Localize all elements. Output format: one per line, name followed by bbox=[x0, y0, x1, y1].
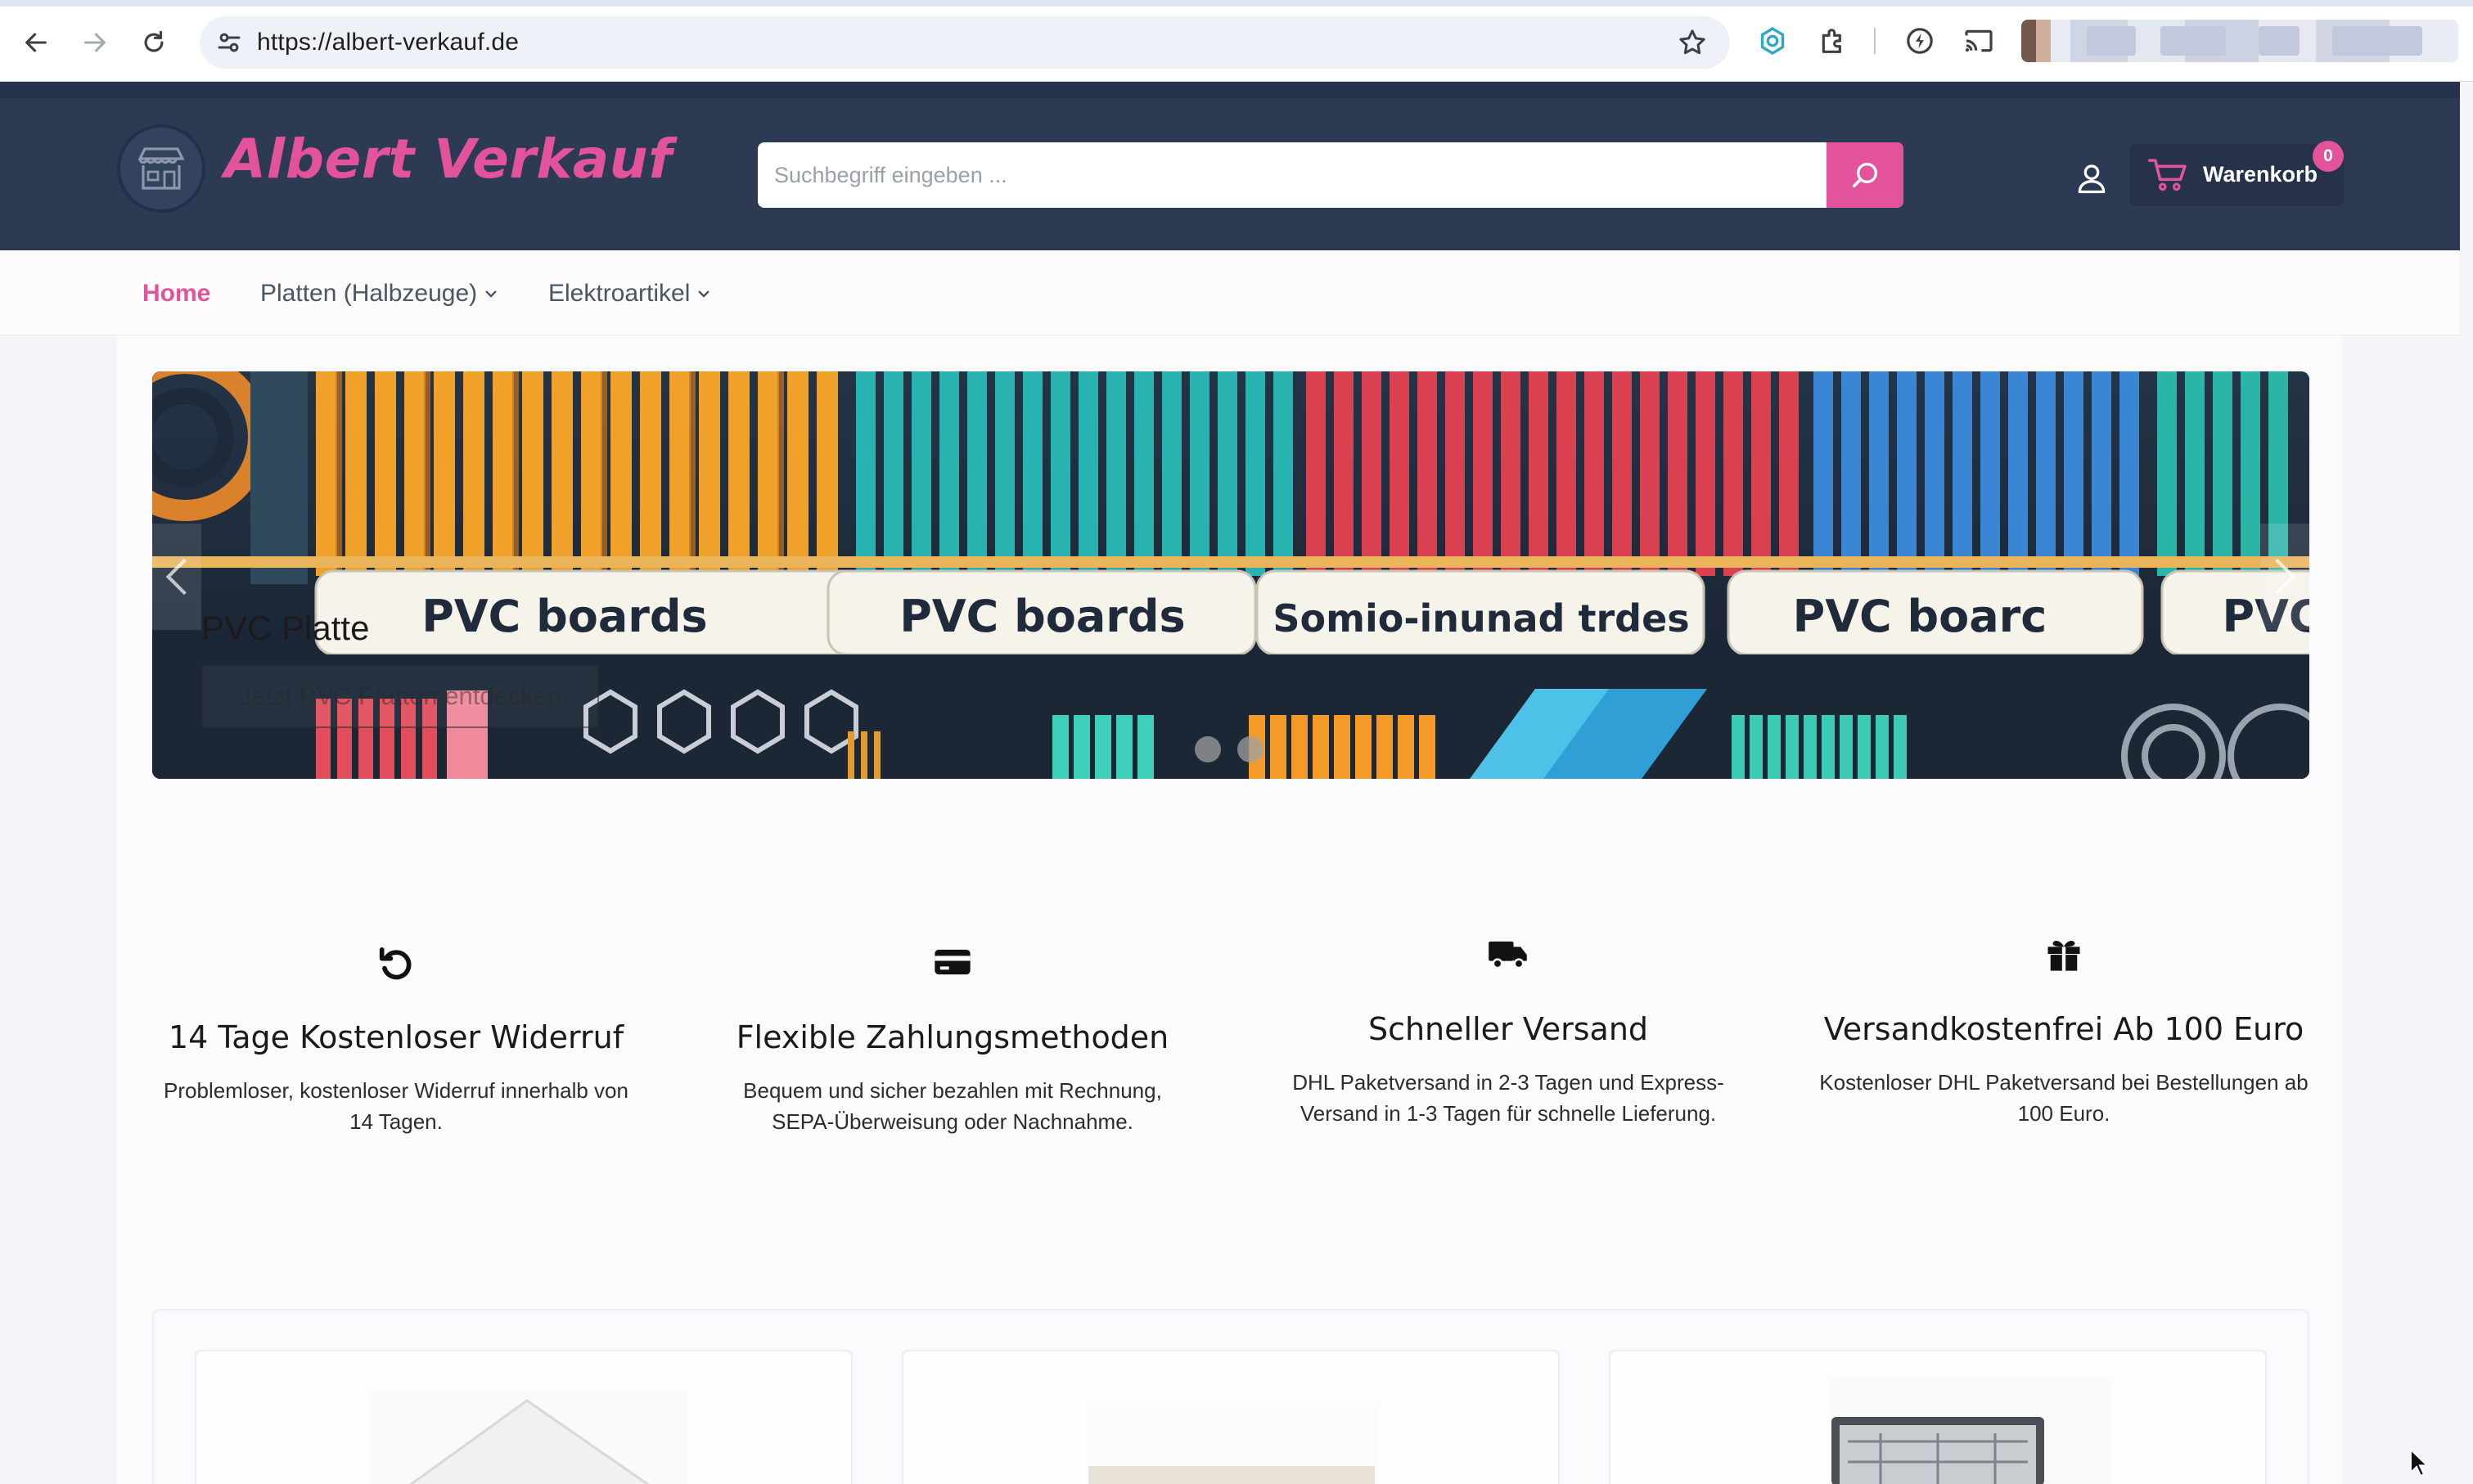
search-icon bbox=[1852, 163, 1877, 188]
account-icon[interactable] bbox=[2069, 155, 2115, 201]
feature-description: DHL Paketversand in 2-3 Tagen und Expres… bbox=[1292, 1070, 1724, 1126]
nav-item-label: Platten (Halbzeuge) bbox=[260, 280, 478, 307]
chevron-left-icon bbox=[165, 558, 187, 596]
profile-avatar[interactable] bbox=[2021, 20, 2458, 62]
credit-card-icon bbox=[935, 949, 971, 975]
chevron-down-icon bbox=[698, 290, 709, 298]
search-bar bbox=[758, 142, 1903, 208]
feature-description: Problemloser, kostenloser Widerruf inner… bbox=[164, 1078, 628, 1134]
cart-label: Warenkorb bbox=[2203, 162, 2318, 187]
feature-title: Flexible Zahlungsmethoden bbox=[736, 1019, 1169, 1055]
product-image bbox=[1088, 1402, 1378, 1484]
nav-item-label: Home bbox=[142, 280, 211, 307]
tab-strip bbox=[0, 0, 2473, 7]
cart-icon bbox=[2147, 159, 2187, 191]
hero-image-label: PVC boarc bbox=[1793, 591, 2047, 642]
chevron-right-icon bbox=[2275, 558, 2296, 596]
chevron-down-icon bbox=[485, 290, 497, 298]
slider-dots bbox=[1195, 736, 1264, 762]
feature-zahlung: Flexible Zahlungsmethoden Bequem und sic… bbox=[707, 941, 1198, 1137]
undo-icon bbox=[379, 947, 412, 980]
feature-title: Versandkostenfrei Ab 100 Euro bbox=[1823, 1011, 2304, 1047]
nav-item-home[interactable]: Home bbox=[142, 280, 210, 308]
feature-description: Bequem und sicher bezahlen mit Rechnung,… bbox=[743, 1078, 1162, 1134]
product-image bbox=[368, 1389, 687, 1484]
back-icon[interactable] bbox=[15, 21, 57, 64]
feature-versandkostenfrei: Versandkostenfrei Ab 100 Euro Kostenlose… bbox=[1818, 933, 2309, 1129]
search-input[interactable] bbox=[758, 142, 1828, 208]
hero-image-label: PVC boards bbox=[899, 591, 1185, 642]
nav-item-platten[interactable]: Platten (Halbzeuge) bbox=[260, 280, 498, 308]
url-text[interactable]: https://albert-verkauf.de bbox=[257, 29, 519, 56]
mouse-cursor-icon bbox=[2410, 1448, 2430, 1477]
feature-description: Kostenloser DHL Paketversand bei Bestell… bbox=[1819, 1070, 2309, 1126]
product-card[interactable] bbox=[902, 1350, 1560, 1484]
slider-dot[interactable] bbox=[1237, 736, 1264, 762]
feature-title: 14 Tage Kostenloser Widerruf bbox=[168, 1019, 624, 1055]
forward-icon[interactable] bbox=[74, 21, 116, 64]
cart-button[interactable]: Warenkorb 0 bbox=[2129, 141, 2344, 206]
address-bar[interactable]: https://albert-verkauf.de bbox=[200, 16, 1730, 69]
slide-title: PVC Platte bbox=[201, 609, 370, 647]
slide-cta-button[interactable]: Jetzt PVC Platten entdecken bbox=[201, 664, 599, 728]
category-nav: Home Platten (Halbzeuge) Elektroartikel bbox=[0, 250, 2460, 335]
bolt-icon[interactable] bbox=[1903, 25, 1936, 57]
site-settings-icon[interactable] bbox=[214, 28, 244, 57]
hero-image-label: Somio-inunad trdes bbox=[1273, 596, 1689, 641]
cart-count-badge: 0 bbox=[2313, 141, 2344, 172]
header-topline bbox=[0, 82, 2460, 98]
hero-image-label: PVC boards bbox=[421, 591, 707, 642]
slider-prev-button[interactable] bbox=[152, 524, 201, 630]
hero-slider[interactable]: PVC boards PVC boards Somio-inunad trdes… bbox=[152, 371, 2309, 779]
nav-item-elektroartikel[interactable]: Elektroartikel bbox=[548, 280, 711, 308]
nav-item-label: Elektroartikel bbox=[548, 280, 691, 307]
store-logo-icon[interactable] bbox=[117, 124, 205, 213]
feature-title: Schneller Versand bbox=[1367, 1011, 1649, 1047]
bookmark-star-icon[interactable] bbox=[1676, 26, 1709, 59]
slider-next-button[interactable] bbox=[2260, 524, 2309, 630]
browser-toolbar: https://albert-verkauf.de bbox=[0, 0, 2473, 82]
product-card[interactable] bbox=[195, 1350, 853, 1484]
feature-widerruf: 14 Tage Kostenloser Widerruf Problemlose… bbox=[151, 941, 642, 1137]
product-card[interactable] bbox=[1609, 1350, 2267, 1484]
gift-icon bbox=[2047, 940, 2080, 971]
toolbar-divider bbox=[1874, 28, 1876, 54]
product-image bbox=[1831, 1376, 2110, 1484]
slider-dot[interactable] bbox=[1195, 736, 1221, 762]
logo-text[interactable]: Albert Verkauf bbox=[224, 128, 673, 191]
search-button[interactable] bbox=[1827, 142, 1903, 208]
puzzle-icon[interactable] bbox=[1817, 25, 1849, 57]
feature-versand: Schneller Versand DHL Paketversand in 2-… bbox=[1263, 933, 1754, 1129]
extension-icon[interactable] bbox=[1756, 25, 1789, 57]
reload-icon[interactable] bbox=[133, 21, 175, 64]
cast-icon[interactable] bbox=[1962, 25, 1995, 57]
truck-icon bbox=[1489, 941, 1527, 969]
